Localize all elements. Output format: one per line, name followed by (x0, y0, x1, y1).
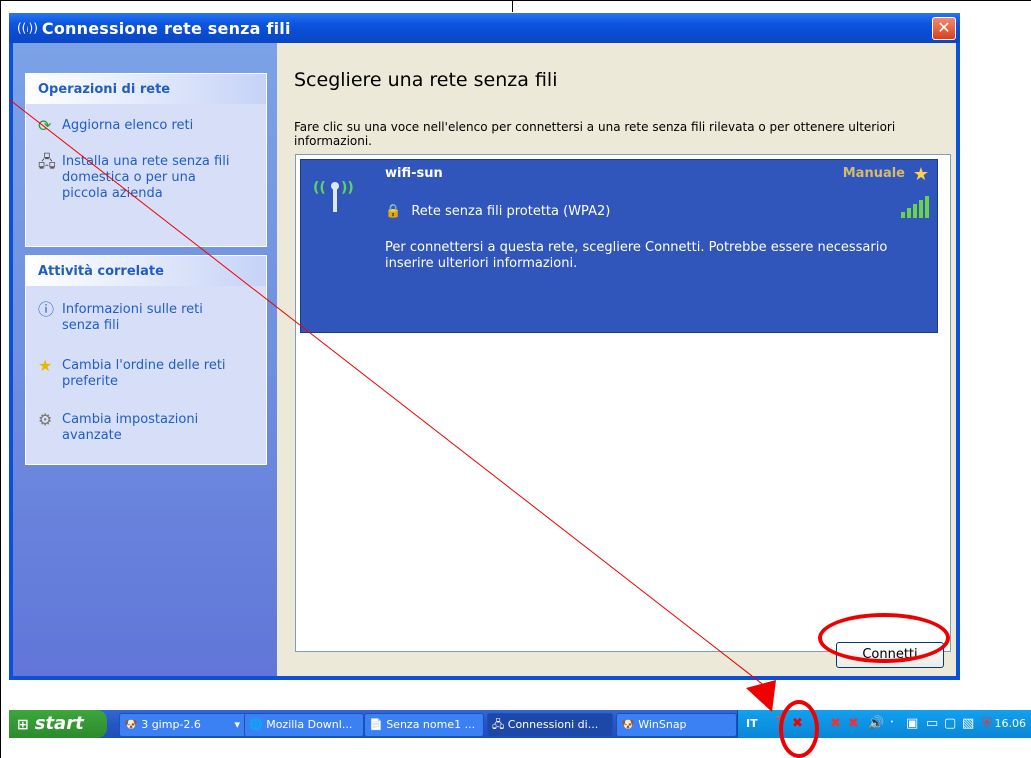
taskbar-button-document[interactable]: 📄 Senza nome1 ... (364, 713, 484, 737)
taskbar-label: Connessioni di... (507, 718, 599, 731)
svg-text:)): )) (341, 180, 354, 196)
monitor-icon[interactable]: ▭ (926, 716, 938, 731)
windows-logo-icon: ⊞ (17, 717, 29, 733)
signal-bar (925, 196, 929, 218)
annotation-arrowhead (746, 680, 776, 712)
taskbar-label: Mozilla Downl... (266, 718, 353, 731)
task-sidebar: Operazioni di rete ⟳ Aggiorna elenco ret… (13, 43, 277, 676)
document-icon: 📄 (369, 718, 383, 731)
window-client-area: Operazioni di rete ⟳ Aggiorna elenco ret… (13, 43, 956, 676)
related-tasks-panel: Attività correlate ⓘ Informazioni sulle … (25, 255, 267, 465)
settings-icon: ⚙ (38, 410, 53, 429)
group-dropdown-icon: ▾ (234, 718, 240, 731)
network-disconnected-icon[interactable]: ✖ (830, 716, 841, 731)
network-list[interactable]: (( )) wifi-sun Manuale ★ 🔒 Rete senza fi… (295, 154, 951, 652)
winsnap-icon: 🐶 (621, 718, 635, 731)
refresh-network-list-label: Aggiorna elenco reti (62, 118, 194, 133)
setup-wireless-network-link[interactable]: 🖧 Installa una rete senza fili domestica… (38, 154, 232, 202)
taskbar-label: WinSnap (638, 718, 687, 731)
signal-strength-icon (901, 196, 929, 218)
wireless-connection-window: ((ᵢ)) Connessione rete senza fili ✕ Oper… (9, 13, 960, 680)
wireless-antenna-icon: (( )) (311, 168, 361, 212)
language-indicator[interactable]: IT (746, 717, 758, 730)
mozilla-icon: 🌐 (249, 718, 263, 731)
network-security-label: Rete senza fili protetta (WPA2) (411, 204, 611, 219)
security-shield-icon[interactable]: ⛨ (982, 716, 992, 731)
start-label: start (34, 713, 84, 734)
wireless-info-label: Informazioni sulle reti senza fili (62, 302, 203, 333)
page-title: Scegliere una rete senza fili (294, 69, 558, 91)
tray-app-icon-2[interactable]: ▢ (944, 716, 956, 731)
volume-icon[interactable]: 🔊 (868, 716, 884, 731)
advanced-settings-label: Cambia impostazioni avanzate (62, 412, 199, 443)
start-button[interactable]: ⊞ start (9, 710, 107, 738)
close-button[interactable]: ✕ (932, 17, 956, 40)
taskbar-button-mozilla[interactable]: 🌐 Mozilla Downl... (244, 713, 364, 737)
annotation-ellipse-connect (818, 613, 950, 663)
refresh-network-list-link[interactable]: ⟳ Aggiorna elenco reti (38, 118, 252, 134)
network-mode: Manuale (842, 166, 905, 181)
network-tasks-header: Operazioni di rete (26, 74, 266, 104)
frame-divider (512, 0, 513, 12)
frame-left-line (0, 0, 1, 758)
network-disconnected-icon-2[interactable]: ✖ (848, 716, 859, 731)
tray-app-icon[interactable]: ▣ (906, 716, 918, 731)
change-network-order-link[interactable]: ★ Cambia l'ordine delle reti preferite (38, 358, 232, 390)
taskbar: ⊞ start 🐶 3 gimp-2.6 ▾ 🌐 Mozilla Downl...… (9, 710, 1031, 738)
taskbar-button-network-connections[interactable]: 🖧 Connessioni di... (487, 713, 613, 737)
title-bar[interactable]: ((ᵢ)) Connessione rete senza fili ✕ (9, 13, 960, 43)
wireless-info-link[interactable]: ⓘ Informazioni sulle reti senza fili (38, 302, 232, 334)
preferred-star-icon: ★ (912, 164, 929, 185)
wireless-network-icon: ((ᵢ)) (17, 21, 38, 35)
network-connections-icon: 🖧 (492, 718, 505, 731)
signal-bar (919, 200, 923, 218)
network-tasks-panel: Operazioni di rete ⟳ Aggiorna elenco ret… (25, 73, 267, 247)
network-ssid: wifi-sun (385, 166, 443, 181)
taskbar-label: Senza nome1 ... (386, 718, 476, 731)
taskbar-button-gimp[interactable]: 🐶 3 gimp-2.6 ▾ (119, 713, 247, 737)
refresh-icon: ⟳ (38, 116, 52, 135)
taskbar-label: 3 gimp-2.6 (141, 718, 201, 731)
network-setup-icon: 🖧 (38, 152, 56, 171)
info-icon: ⓘ (38, 300, 55, 319)
frame-top-line (0, 0, 1031, 1)
setup-wireless-network-label: Installa una rete senza fili domestica o… (62, 154, 230, 201)
gimp-icon: 🐶 (124, 718, 138, 731)
signal-bar (913, 204, 917, 218)
network-description: Per connettersi a questa rete, scegliere… (385, 240, 888, 271)
star-icon: ★ (38, 356, 53, 375)
signal-bar (901, 212, 905, 218)
instructions-text: Fare clic su una voce nell'elenco per co… (294, 120, 896, 148)
bluetooth-icon[interactable]: ᛫ (888, 716, 896, 731)
svg-text:((: (( (313, 180, 326, 196)
advanced-settings-link[interactable]: ⚙ Cambia impostazioni avanzate (38, 412, 212, 444)
tray-app-icon-3[interactable]: ▧ (962, 716, 974, 731)
annotation-ellipse-tray (779, 700, 819, 758)
taskbar-button-winsnap[interactable]: 🐶 WinSnap (616, 713, 737, 737)
window-title: Connessione rete senza fili (41, 18, 291, 38)
related-tasks-header: Attività correlate (26, 256, 266, 286)
network-security: 🔒 Rete senza fili protetta (WPA2) (385, 204, 610, 219)
signal-bar (907, 208, 911, 218)
change-network-order-label: Cambia l'ordine delle reti preferite (62, 358, 226, 389)
clock[interactable]: 16.06 (995, 717, 1027, 730)
lock-icon: 🔒 (385, 204, 402, 219)
network-list-item[interactable]: (( )) wifi-sun Manuale ★ 🔒 Rete senza fi… (300, 159, 938, 333)
